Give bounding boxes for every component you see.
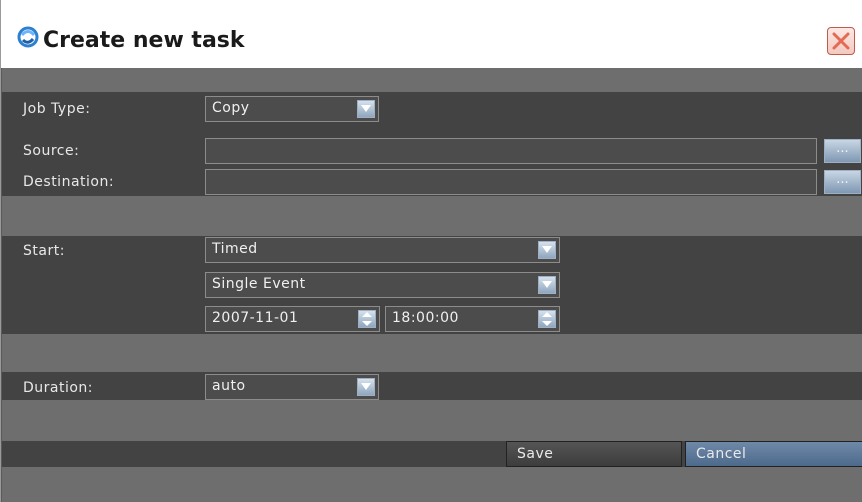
start-time-stepper[interactable]: 18:00:00 (385, 306, 560, 332)
recurrence-select[interactable]: Single Event (205, 272, 560, 298)
chevron-down-icon[interactable] (538, 276, 556, 294)
close-x-icon (832, 32, 850, 50)
job-type-select[interactable]: Copy (205, 96, 379, 122)
destination-browse-button[interactable]: ... (824, 170, 861, 194)
start-date-value: 2007-11-01 (212, 310, 299, 326)
job-type-label: Job Type: (23, 101, 91, 117)
duration-section (2, 372, 862, 400)
start-mode-value: Timed (212, 241, 258, 257)
chevron-down-icon[interactable] (538, 241, 556, 259)
task-icon (17, 26, 39, 48)
source-field[interactable] (205, 138, 817, 164)
create-task-dialog: Create new task Job Type: Copy Source: .… (0, 0, 862, 502)
source-browse-button[interactable]: ... (824, 139, 861, 163)
spacer-band (2, 334, 862, 372)
spacer-band (2, 68, 862, 92)
destination-field[interactable] (205, 169, 817, 195)
duration-label: Duration: (23, 380, 94, 396)
duration-value: auto (212, 378, 246, 394)
duration-select[interactable]: auto (205, 374, 379, 400)
destination-label: Destination: (23, 174, 115, 190)
close-button[interactable] (827, 27, 855, 55)
spacer-band (2, 196, 862, 236)
spacer-band (2, 400, 862, 441)
recurrence-value: Single Event (212, 276, 306, 292)
cancel-button[interactable]: Cancel (685, 441, 862, 467)
source-label: Source: (23, 143, 80, 159)
start-label: Start: (23, 243, 65, 259)
dialog-titlebar: Create new task (1, 0, 862, 68)
start-mode-select[interactable]: Timed (205, 237, 560, 263)
save-button[interactable]: Save (506, 441, 682, 467)
chevron-down-icon[interactable] (357, 100, 375, 118)
up-down-arrows-icon[interactable] (538, 310, 556, 328)
start-date-stepper[interactable]: 2007-11-01 (205, 306, 380, 332)
dialog-title: Create new task (43, 28, 245, 53)
chevron-down-icon[interactable] (357, 378, 375, 396)
job-type-value: Copy (212, 100, 250, 116)
start-time-value: 18:00:00 (392, 310, 459, 326)
up-down-arrows-icon[interactable] (358, 310, 376, 328)
footer-band (2, 467, 862, 502)
